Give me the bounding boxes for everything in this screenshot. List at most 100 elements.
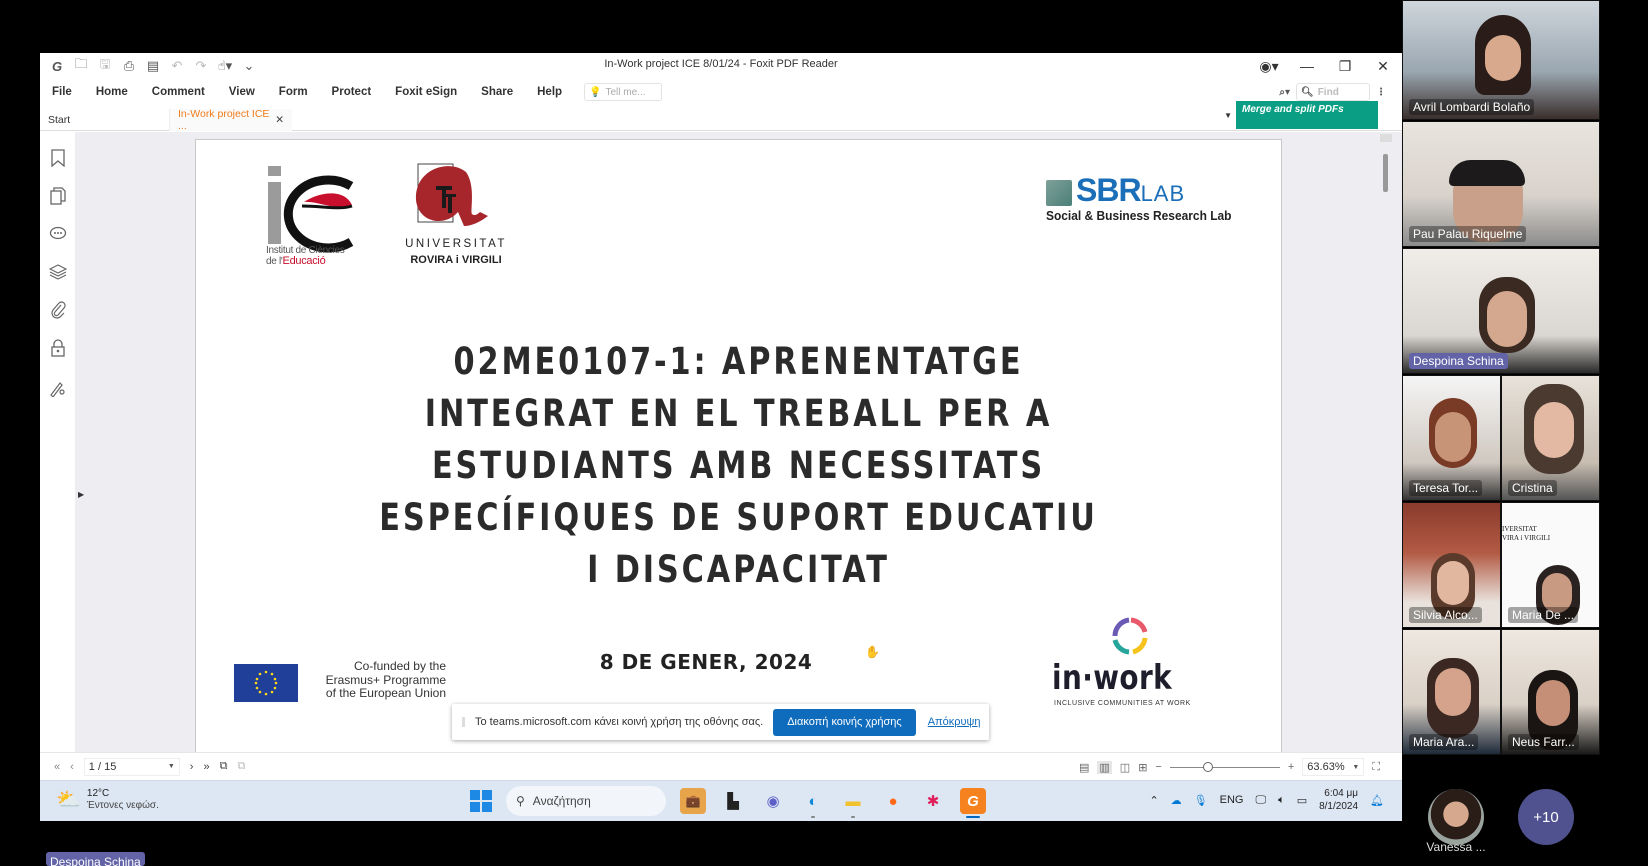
participant-tile[interactable]: Cristina: [1501, 375, 1600, 501]
language-indicator[interactable]: ENG: [1220, 794, 1244, 806]
participant-tile[interactable]: Teresa Tor...: [1402, 375, 1501, 501]
signature-icon[interactable]: [48, 378, 68, 398]
sbr-name: SBRLAB: [1076, 172, 1185, 209]
menu-home[interactable]: Home: [84, 86, 140, 98]
next-page-icon[interactable]: ›: [190, 761, 194, 773]
last-page-icon[interactable]: »: [203, 761, 209, 773]
edge-browser-icon[interactable]: ◐: [800, 788, 826, 818]
zoom-level-input[interactable]: 63.63% ▼: [1302, 758, 1365, 776]
slack-icon[interactable]: ✱: [920, 788, 946, 814]
continuous-view-icon[interactable]: ▥: [1097, 760, 1112, 774]
firefox-icon[interactable]: ●: [880, 788, 906, 814]
eu-line3: of the European Union: [325, 686, 446, 700]
participant-tile[interactable]: IVERSITAT VIRA i VIRGILI Maria De ...: [1501, 502, 1600, 628]
participant-avatar[interactable]: [1428, 789, 1484, 845]
foxit-taskbar-icon[interactable]: G: [960, 788, 986, 818]
account-icon[interactable]: ◉▾: [1250, 58, 1288, 75]
tab-start[interactable]: Start: [40, 109, 170, 131]
onedrive-icon[interactable]: ☁: [1171, 794, 1182, 807]
restore-button[interactable]: ❐: [1326, 58, 1364, 75]
show-hidden-icons[interactable]: ⌃: [1149, 794, 1158, 807]
zoom-slider-knob[interactable]: [1203, 761, 1214, 772]
teams-chat-icon[interactable]: ◉: [760, 788, 786, 814]
continuous-facing-view-icon[interactable]: ⊞: [1138, 761, 1147, 774]
attachment-icon[interactable]: [48, 300, 68, 320]
single-page-view-icon[interactable]: ▤: [1079, 761, 1089, 774]
more-participants-button[interactable]: +10: [1518, 789, 1574, 845]
participant-tile[interactable]: Neus Farr...: [1501, 629, 1600, 755]
cloudy-weather-icon: ⛅: [56, 789, 81, 811]
participant-tile[interactable]: Despoina Schina: [1402, 248, 1600, 374]
first-page-icon[interactable]: «: [54, 761, 60, 773]
weather-temp: 12°C: [86, 788, 110, 799]
participant-tile[interactable]: Silvia Alco...: [1402, 502, 1501, 628]
microphone-icon[interactable]: 🎙︎: [1194, 794, 1208, 807]
clock-time: 6:04 μμ: [1324, 788, 1359, 799]
menu-help[interactable]: Help: [525, 86, 574, 98]
volume-icon[interactable]: 🔈︎: [1278, 794, 1285, 807]
participant-name: Maria De ...: [1508, 607, 1579, 623]
scroll-up-button[interactable]: [1380, 134, 1392, 142]
battery-icon[interactable]: ▭: [1297, 794, 1307, 807]
chevron-down-icon[interactable]: ▼: [1352, 764, 1359, 771]
zoom-out-icon[interactable]: −: [1155, 761, 1161, 773]
file-explorer-icon[interactable]: ▬: [840, 788, 866, 818]
scrollbar-thumb[interactable]: [1383, 154, 1388, 192]
in-work-ring-icon: [1112, 617, 1148, 655]
stop-sharing-button[interactable]: Διακοπή κοινής χρήσης: [773, 708, 916, 736]
task-view-icon[interactable]: ▙: [720, 788, 746, 814]
menu-protect[interactable]: Protect: [320, 86, 384, 98]
menu-form[interactable]: Form: [267, 86, 320, 98]
extract-page-icon[interactable]: ⧉: [237, 760, 245, 773]
menu-view[interactable]: View: [217, 86, 267, 98]
page-number-input[interactable]: 1 / 15 ▼: [83, 757, 180, 776]
participant-tile[interactable]: Avril Lombardi Bolaño: [1402, 0, 1600, 120]
zoom-in-icon[interactable]: +: [1288, 761, 1294, 773]
window-controls: ◉▾ — ❐ ✕: [1250, 53, 1402, 79]
advanced-search-icon[interactable]: ⌕▾: [1279, 87, 1290, 98]
merge-split-banner[interactable]: Merge and split PDFs: [1236, 101, 1378, 129]
tell-me-input[interactable]: 💡 Tell me...: [584, 83, 663, 101]
layers-icon[interactable]: [48, 262, 68, 282]
insert-page-icon[interactable]: ⧉: [220, 760, 228, 773]
zoom-slider[interactable]: [1169, 761, 1280, 772]
hide-link[interactable]: Απόκρυψη: [928, 716, 981, 728]
menu-comment[interactable]: Comment: [140, 86, 217, 98]
network-icon[interactable]: 🖵: [1255, 794, 1266, 807]
lightbulb-icon: 💡: [589, 86, 602, 98]
document-tabs: Start In-Work project ICE ... ✕: [40, 107, 1402, 132]
participant-tile[interactable]: Maria Ara...: [1402, 629, 1501, 755]
facing-view-icon[interactable]: ◫: [1120, 761, 1130, 774]
menu-foxit-esign[interactable]: Foxit eSign: [383, 86, 469, 98]
more-options-icon[interactable]: ⋮: [1376, 87, 1386, 98]
urv-logo: UNIVERSITAT ROVIRA i VIRGILI: [396, 154, 516, 274]
vertical-scrollbar[interactable]: [1380, 132, 1392, 752]
search-icon: ⚲: [516, 794, 525, 808]
screen-share-notification: Το teams.microsoft.com κάνει κοινή χρήση…: [452, 704, 989, 740]
menu-share[interactable]: Share: [469, 86, 525, 98]
bookmark-icon[interactable]: [48, 148, 68, 168]
previous-page-icon[interactable]: ‹: [70, 761, 74, 773]
pages-icon[interactable]: [48, 186, 68, 206]
weather-widget[interactable]: ⛅ 12°C Έντονες νεφώσ.: [56, 787, 159, 812]
page-navigation: « ‹ 1 / 15 ▼ › » ⧉ ⧉: [54, 757, 245, 776]
tab-document[interactable]: In-Work project ICE ... ✕: [170, 108, 292, 132]
notifications-bell-icon[interactable]: 🔔︎: [1370, 794, 1384, 807]
expand-pane-icon[interactable]: ▶: [78, 490, 84, 499]
participant-tile[interactable]: Pau Palau Riquelme: [1402, 121, 1600, 247]
find-input[interactable]: 🔍︎ Find: [1296, 83, 1370, 101]
minimize-button[interactable]: —: [1288, 58, 1326, 74]
security-lock-icon[interactable]: [48, 338, 68, 358]
windows-start-icon[interactable]: [470, 790, 492, 812]
close-tab-icon[interactable]: ✕: [275, 114, 284, 126]
close-button[interactable]: ✕: [1364, 58, 1402, 75]
work-briefcase-icon[interactable]: 💼: [680, 788, 706, 814]
fullscreen-icon[interactable]: ⛶: [1372, 761, 1380, 774]
collapse-banner-icon[interactable]: ▼: [1224, 111, 1232, 120]
clock[interactable]: 6:04 μμ 8/1/2024: [1319, 787, 1358, 813]
taskbar-search[interactable]: ⚲ Αναζήτηση: [506, 786, 666, 816]
drag-handle-icon[interactable]: [462, 717, 465, 727]
comments-icon[interactable]: [48, 224, 68, 244]
menu-file[interactable]: File: [40, 86, 84, 98]
chevron-down-icon[interactable]: ▼: [168, 763, 175, 770]
